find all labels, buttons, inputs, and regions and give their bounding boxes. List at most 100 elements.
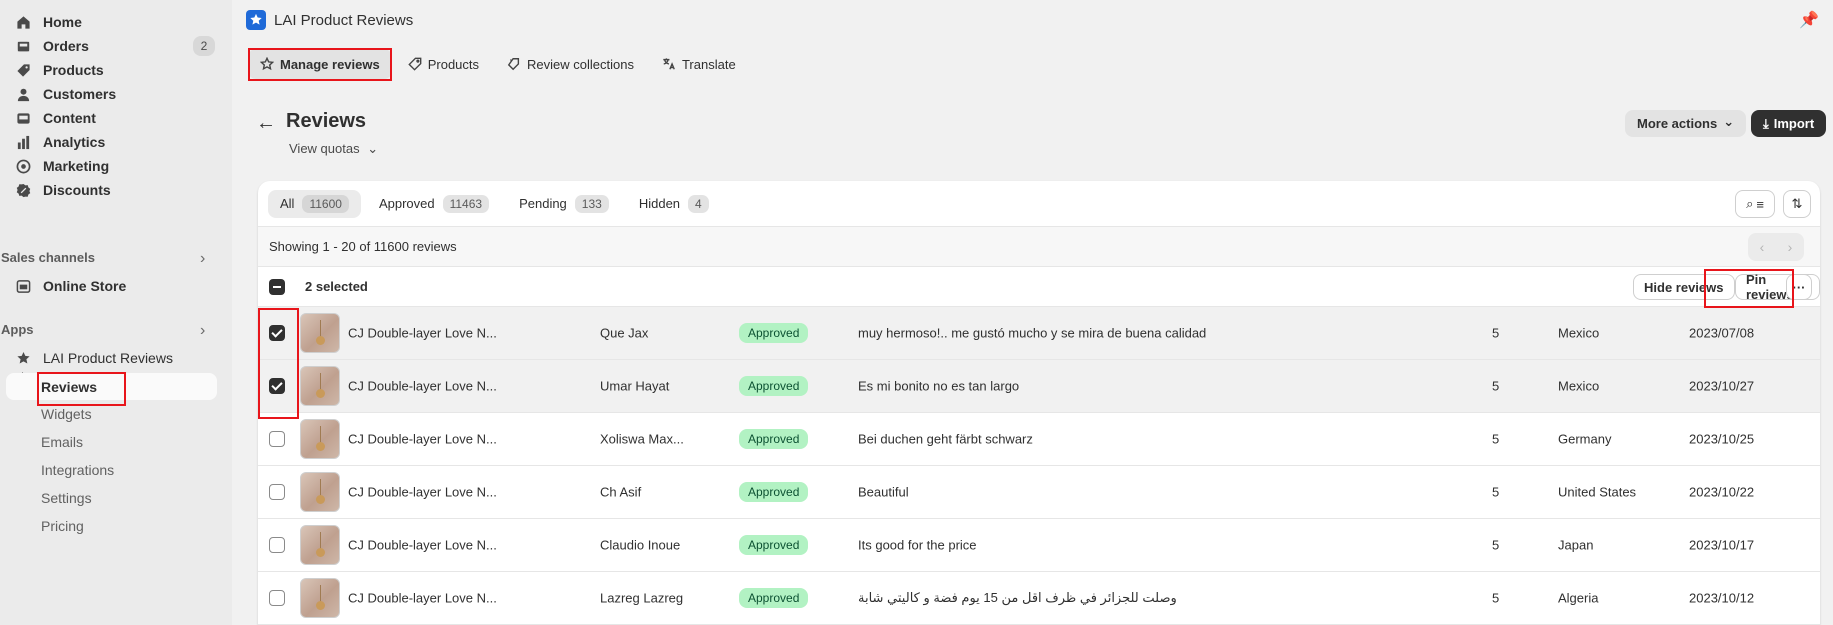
table-row[interactable]: CJ Double-layer Love N... Xoliswa Max... A…: [258, 413, 1820, 466]
product-name[interactable]: CJ Double-layer Love N...: [348, 485, 497, 500]
filter-all[interactable]: All 11600: [268, 189, 361, 218]
nav-marketing[interactable]: Marketing: [0, 153, 220, 179]
chevron-right-icon[interactable]: ›: [200, 322, 205, 340]
status-badge: Approved: [739, 429, 809, 449]
tab-review-collections[interactable]: Review collections: [495, 49, 646, 79]
rating-value: 5: [1492, 537, 1500, 553]
select-all-checkbox[interactable]: [269, 278, 285, 295]
pagination: ‹ ›: [1748, 233, 1804, 261]
prev-page-icon[interactable]: ‹: [1760, 239, 1765, 255]
filter-count: 11600: [302, 194, 349, 213]
reviews-card: All 11600 Approved 11463 Pending 133 Hidden…: [258, 181, 1820, 625]
nav-settings[interactable]: Settings: [41, 490, 92, 506]
row-checkbox[interactable]: [269, 590, 285, 606]
sort-button[interactable]: ⇅: [1783, 190, 1811, 218]
nav-discounts[interactable]: Discounts: [0, 177, 220, 203]
rating-value: 5: [1492, 378, 1500, 394]
orders-icon: [14, 37, 32, 55]
nav-label: Orders: [43, 38, 89, 54]
row-checkbox[interactable]: [269, 537, 285, 553]
product-thumbnail: [300, 525, 340, 565]
review-content: وصلت للجزائر في ظرف اقل من 15 يوم فضة و …: [858, 590, 1177, 605]
status-badge: Approved: [739, 588, 809, 608]
product-name[interactable]: CJ Double-layer Love N...: [348, 432, 497, 447]
chevron-down-icon: ⌄: [1723, 113, 1735, 129]
nav-widgets[interactable]: Widgets: [41, 406, 92, 422]
nav-orders[interactable]: Orders 2: [0, 33, 220, 59]
product-thumbnail: [300, 366, 340, 406]
table-row[interactable]: CJ Double-layer Love N... Ch Asif Approved…: [258, 466, 1820, 519]
translate-icon: [663, 58, 675, 70]
review-content: Bei duchen geht färbt schwarz: [858, 431, 1033, 447]
nav-app-lai[interactable]: LAI Product Reviews: [0, 345, 220, 371]
review-content: muy hermoso!.. me gustó mucho y se mira …: [858, 325, 1207, 341]
main-content: LAI Product Reviews 📌 Manage reviews Pro…: [37, 0, 1833, 625]
nav-label: Analytics: [43, 134, 106, 150]
orders-count-badge: 2: [193, 36, 215, 56]
review-content: Its good for the price: [858, 537, 977, 553]
sort-icon: ⇅: [1791, 196, 1803, 211]
nav-integrations[interactable]: Integrations: [41, 462, 114, 478]
tab-translate[interactable]: Translate: [650, 49, 748, 79]
product-name[interactable]: CJ Double-layer Love N...: [348, 591, 497, 606]
table-row[interactable]: CJ Double-layer Love N... Lazreg Lazreg Ap…: [258, 572, 1820, 625]
collection-icon: [507, 58, 520, 71]
tab-manage-reviews[interactable]: Manage reviews: [248, 49, 392, 79]
rating-value: 5: [1492, 484, 1500, 500]
filter-approved[interactable]: Approved 11463: [367, 190, 501, 218]
product-name[interactable]: CJ Double-layer Love N...: [348, 538, 497, 553]
nav-pricing[interactable]: Pricing: [41, 518, 84, 534]
more-bulk-actions-button[interactable]: ···: [1786, 274, 1812, 300]
filter-label: Pending: [519, 196, 567, 211]
more-actions-label: More actions: [1637, 116, 1718, 131]
home-icon: [14, 13, 32, 31]
nav-content[interactable]: Content: [0, 105, 220, 131]
app-title-bar: LAI Product Reviews 📌: [232, 0, 1833, 40]
country: United States: [1558, 484, 1637, 500]
row-checkbox[interactable]: [269, 325, 285, 341]
pin-icon[interactable]: 📌: [1799, 10, 1819, 30]
target-icon: [14, 157, 32, 175]
nav-online-store[interactable]: Online Store: [0, 273, 220, 299]
app-star-icon: [14, 349, 32, 367]
nav-emails[interactable]: Emails: [41, 434, 83, 450]
nav-customers[interactable]: Customers: [0, 81, 220, 107]
row-checkbox[interactable]: [269, 484, 285, 500]
table-row[interactable]: CJ Double-layer Love N... Umar Hayat Appro…: [258, 360, 1820, 413]
row-checkbox[interactable]: [269, 431, 285, 447]
star-icon: [260, 57, 274, 71]
nav-label: LAI Product Reviews: [43, 350, 173, 366]
nav-products[interactable]: Products: [0, 57, 220, 83]
person-icon: [14, 85, 32, 103]
search-filter-button[interactable]: ⌕ ≡: [1735, 190, 1775, 218]
more-actions-button[interactable]: More actions ⌄: [1625, 110, 1747, 137]
nav-reviews[interactable]: Reviews: [6, 373, 217, 400]
table-row[interactable]: CJ Double-layer Love N... Que Jax Approved…: [258, 307, 1820, 360]
country: Mexico: [1558, 378, 1600, 394]
filter-hidden[interactable]: Hidden 4: [627, 190, 721, 218]
tab-label: Review collections: [527, 56, 634, 72]
chevron-right-icon[interactable]: ›: [200, 250, 205, 268]
nav-analytics[interactable]: Analytics: [0, 129, 220, 155]
product-name[interactable]: CJ Double-layer Love N...: [348, 326, 497, 341]
tag-icon: [14, 61, 32, 79]
filter-pending[interactable]: Pending 133: [507, 190, 621, 218]
filter-icon: ≡: [1756, 196, 1764, 212]
content-icon: [14, 109, 32, 127]
hide-reviews-button[interactable]: Hide reviews: [1633, 274, 1735, 300]
filter-tabs: All 11600 Approved 11463 Pending 133 Hidden…: [258, 181, 1820, 227]
nav-home[interactable]: Home: [0, 9, 220, 35]
filter-count: 4: [688, 194, 709, 213]
product-name[interactable]: CJ Double-layer Love N...: [348, 379, 497, 394]
import-button[interactable]: ⤓ Import: [1751, 110, 1827, 137]
tab-products[interactable]: Products: [396, 49, 491, 79]
back-arrow-icon[interactable]: ←: [256, 112, 276, 135]
country: Germany: [1558, 431, 1612, 447]
analytics-icon: [14, 133, 32, 151]
row-checkbox[interactable]: [269, 378, 285, 394]
view-quotas-button[interactable]: View quotas ⌄: [289, 141, 378, 157]
apps-label: Apps: [1, 322, 34, 337]
table-row[interactable]: CJ Double-layer Love N... Claudio Inoue Ap…: [258, 519, 1820, 572]
product-thumbnail: [300, 313, 340, 353]
next-page-icon[interactable]: ›: [1788, 239, 1793, 255]
